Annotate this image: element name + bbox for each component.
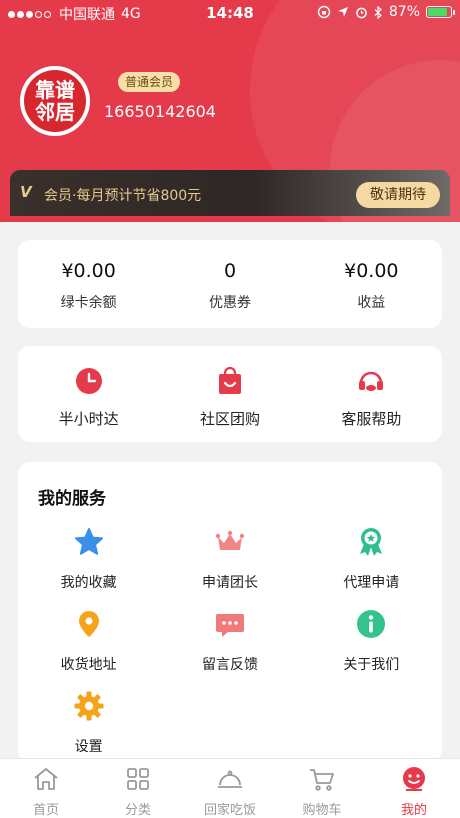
vip-badge-icon: V (20, 183, 32, 201)
battery-icon (426, 6, 455, 18)
service-label: 收货地址 (60, 657, 117, 673)
avatar[interactable]: 靠谱 邻居 (20, 66, 90, 136)
earnings-item[interactable]: ¥0.00 收益 (301, 240, 442, 328)
balance-label: 绿卡余额 (60, 295, 117, 311)
service-label: 关于我们 (343, 657, 400, 673)
coupon-label: 优惠券 (208, 295, 251, 311)
service-favorites[interactable]: 我的收藏 (18, 526, 159, 592)
earnings-value: ¥0.00 (344, 260, 399, 282)
coupon-item[interactable]: 0 优惠券 (159, 240, 300, 328)
info-icon (357, 610, 386, 638)
dish-cover-icon (218, 770, 242, 788)
coupon-value: 0 (223, 260, 237, 282)
service-address[interactable]: 收货地址 (18, 608, 159, 674)
user-face-icon (403, 767, 425, 791)
lock-rotation-icon (317, 5, 331, 19)
quick-action-label: 社区团购 (199, 410, 260, 428)
tab-label: 分类 (124, 803, 151, 818)
vip-banner-text: 会员·每月预计节省800元 (44, 188, 202, 204)
crown-icon (215, 530, 245, 550)
logo-text-line2: 邻居 (35, 100, 75, 124)
tab-dinner[interactable]: 回家吃饭 (184, 759, 276, 818)
quick-action-support[interactable]: 客服帮助 (301, 346, 442, 442)
service-label: 我的收藏 (60, 575, 117, 591)
service-agent-apply[interactable]: 代理申请 (301, 526, 442, 592)
grid-icon (127, 768, 149, 790)
service-label: 设置 (74, 739, 103, 755)
tab-label: 购物车 (302, 803, 342, 818)
brand-logo: 靠谱 邻居 (24, 70, 86, 132)
battery-level-fill (428, 8, 448, 16)
bottom-tab-bar: 首页 分类 回家吃饭 购物车 我的 (0, 758, 460, 818)
tab-home[interactable]: 首页 (0, 759, 92, 818)
headset-icon (359, 371, 384, 391)
my-services-card: 我的服务 我的收藏 申请团长 代理申请 收货地址 留言反馈 关于我们 设置 (18, 462, 442, 762)
tab-category[interactable]: 分类 (92, 759, 184, 818)
clock-icon (75, 368, 102, 394)
message-icon (215, 614, 244, 637)
tab-cart[interactable]: 购物车 (276, 759, 368, 818)
balance-card: ¥0.00 绿卡余额 0 优惠券 ¥0.00 收益 (18, 240, 442, 328)
bluetooth-icon (374, 5, 382, 19)
logo-text-line1: 靠谱 (35, 78, 75, 102)
quick-action-label: 客服帮助 (341, 410, 402, 428)
service-label: 申请团长 (201, 575, 258, 591)
service-label: 留言反馈 (201, 657, 258, 673)
quick-actions-card: 半小时达 社区团购 客服帮助 (18, 346, 442, 442)
service-apply-leader[interactable]: 申请团长 (159, 526, 300, 592)
tab-mine[interactable]: 我的 (368, 759, 460, 818)
service-about[interactable]: 关于我们 (301, 608, 442, 674)
tab-label: 首页 (32, 803, 59, 818)
star-icon (74, 528, 103, 555)
cart-icon (310, 769, 334, 791)
section-title: 我的服务 (38, 489, 106, 509)
profile-header: 中国联通 4G 14:48 87% 靠谱 邻居 普通会员 16650142604… (0, 0, 460, 222)
quick-action-label: 半小时达 (58, 410, 119, 428)
service-settings[interactable]: 设置 (18, 690, 159, 756)
location-arrow-icon (337, 7, 348, 17)
gear-icon (74, 691, 104, 721)
home-icon (34, 768, 58, 790)
balance-item[interactable]: ¥0.00 绿卡余额 (18, 240, 159, 328)
earnings-label: 收益 (357, 295, 386, 311)
service-feedback[interactable]: 留言反馈 (159, 608, 300, 674)
member-tier-badge: 普通会员 (118, 72, 181, 92)
shopping-bag-icon (218, 366, 241, 394)
coming-soon-button[interactable]: 敬请期待 (356, 182, 440, 208)
battery-percent: 87% (388, 4, 420, 20)
status-bar: 中国联通 4G 14:48 87% (0, 0, 460, 26)
tab-label: 我的 (400, 803, 427, 818)
vip-banner[interactable]: V 会员·每月预计节省800元 敬请期待 (10, 170, 450, 216)
quick-action-half-hour[interactable]: 半小时达 (18, 346, 159, 442)
alarm-icon (356, 7, 367, 18)
location-pin-icon (78, 611, 99, 637)
award-ribbon-icon (360, 528, 383, 556)
quick-action-group-buy[interactable]: 社区团购 (159, 346, 300, 442)
balance-value: ¥0.00 (61, 260, 116, 282)
user-phone: 16650142604 (104, 102, 216, 121)
tab-label: 回家吃饭 (203, 803, 256, 818)
service-label: 代理申请 (343, 575, 400, 591)
